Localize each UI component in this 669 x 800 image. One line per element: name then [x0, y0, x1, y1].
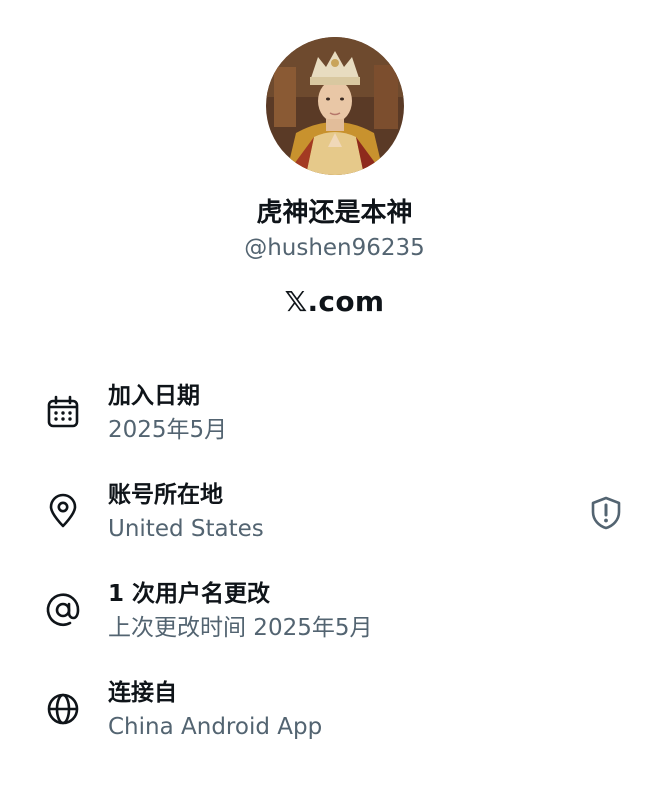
- account-location-value: United States: [108, 516, 264, 542]
- connected-via-label: 连接自: [108, 680, 177, 706]
- globe-icon: [47, 693, 79, 725]
- site-logo-text: 𝕏.com: [284, 285, 385, 318]
- location-pin-icon: [49, 493, 77, 528]
- at-sign-icon: [46, 593, 80, 626]
- username-changes-label: 1 次用户名更改: [108, 581, 271, 607]
- username-changes-row: 1 次用户名更改 上次更改时间 2025年5月: [0, 578, 669, 658]
- account-location-label: 账号所在地: [108, 482, 223, 508]
- display-name: 虎神还是本神: [256, 198, 413, 228]
- avatar[interactable]: [266, 37, 404, 175]
- username-changes-value: 上次更改时间 2025年5月: [108, 615, 373, 641]
- connected-via-value: China Android App: [108, 714, 323, 740]
- joined-date-row: 加入日期 2025年5月: [0, 380, 669, 460]
- avatar-photo: [266, 37, 404, 175]
- account-location-row: 账号所在地 United States: [0, 479, 669, 559]
- joined-date-label: 加入日期: [108, 383, 200, 409]
- joined-date-value: 2025年5月: [108, 417, 228, 443]
- username-handle: @hushen96235: [244, 235, 425, 261]
- calendar-icon: [47, 395, 79, 428]
- shield-alert-icon[interactable]: [588, 495, 624, 531]
- connected-via-row: 连接自 China Android App: [0, 677, 669, 757]
